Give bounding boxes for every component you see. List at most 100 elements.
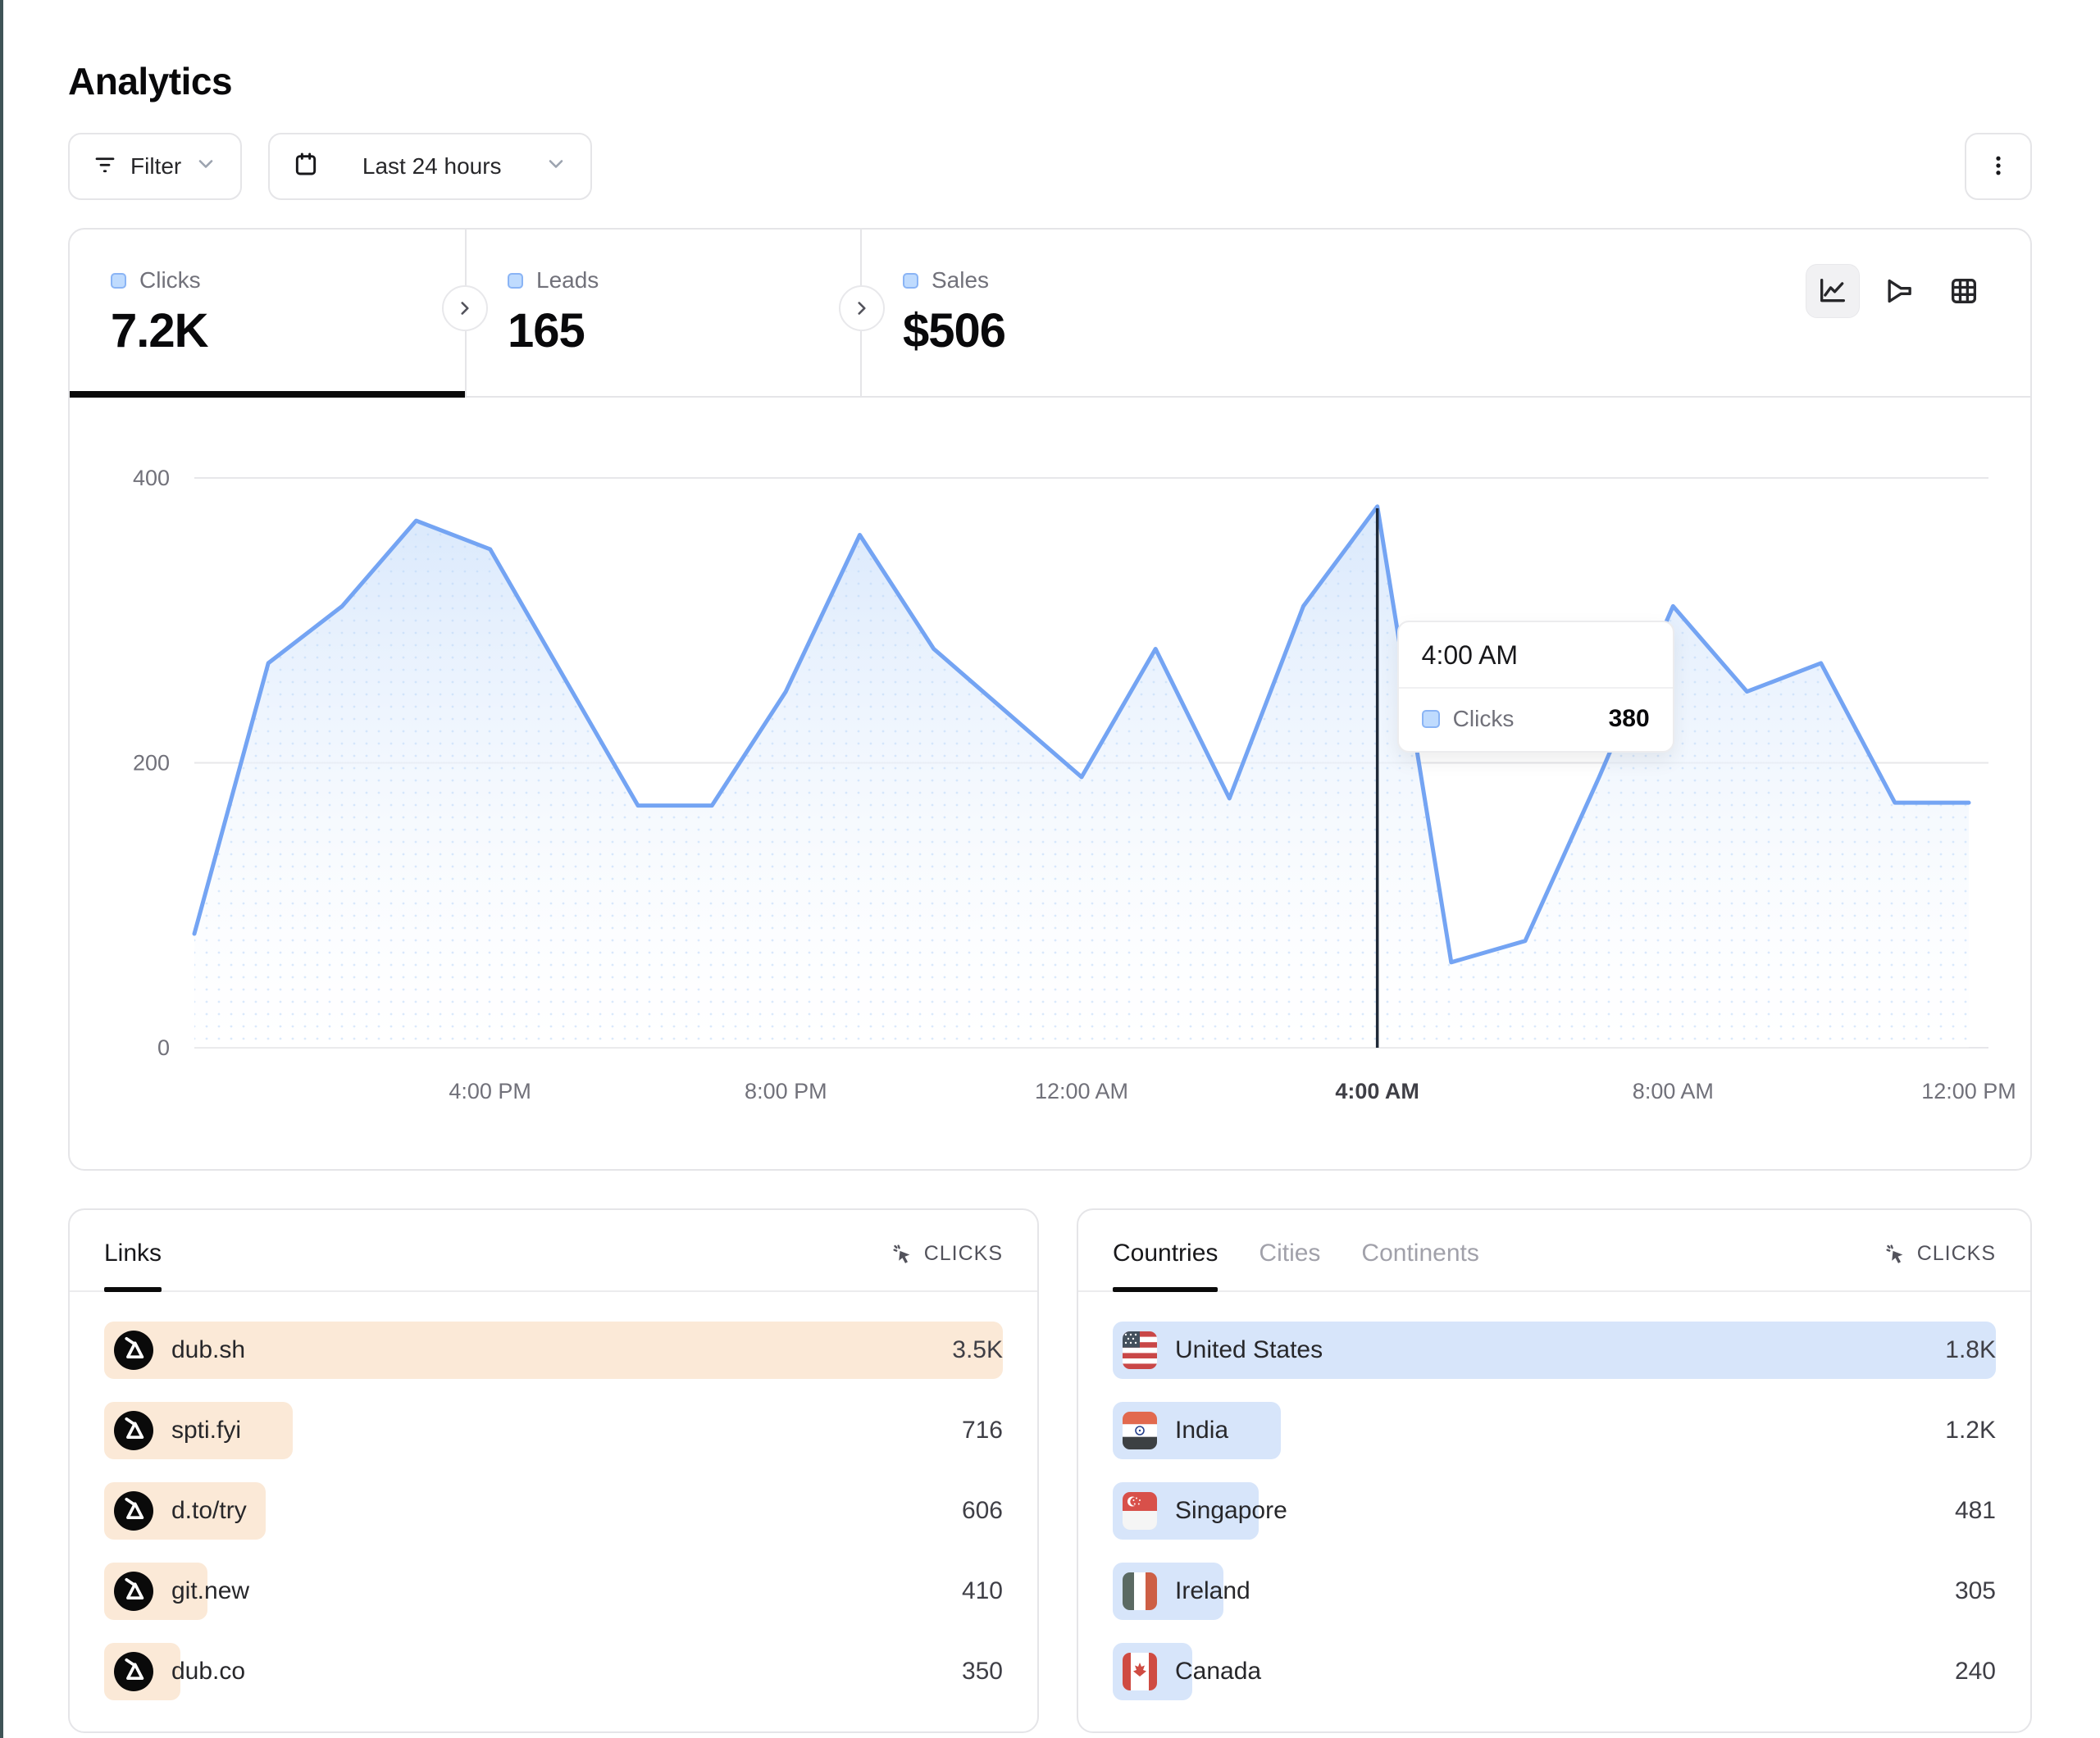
clicks-series-marker (1422, 710, 1440, 728)
link-row[interactable]: dub.co 350 (104, 1643, 1003, 1700)
row-value: 1.2K (1945, 1417, 1996, 1445)
dub-logo-icon (114, 1652, 153, 1691)
row-label: United States (1175, 1336, 1323, 1364)
stat-label: Leads (536, 267, 599, 293)
link-row[interactable]: d.to/try 606 (104, 1482, 1003, 1540)
y-axis-tick-label: 0 (157, 1035, 170, 1060)
x-axis-tick-label: 8:00 AM (1633, 1079, 1714, 1103)
row-value: 606 (962, 1497, 1003, 1525)
dub-logo-icon (114, 1572, 153, 1611)
row-label: dub.co (171, 1658, 245, 1686)
expand-clicks-chevron-button[interactable] (442, 285, 488, 331)
chevron-right-icon (851, 298, 872, 319)
table-view-button[interactable] (1937, 264, 1991, 318)
row-value: 1.8K (1945, 1336, 1996, 1364)
sales-series-marker (903, 273, 918, 289)
country-row[interactable]: Singapore 481 (1113, 1482, 1996, 1540)
analytics-screen: Analytics Filter (0, 0, 2100, 1738)
row-value: 716 (962, 1417, 1003, 1445)
row-value: 305 (1955, 1577, 1996, 1605)
stat-value: 7.2K (111, 303, 465, 358)
row-value: 3.5K (952, 1336, 1003, 1364)
grid-table-icon (1947, 275, 1980, 307)
row-label: India (1175, 1417, 1228, 1445)
x-axis-tick-label: 8:00 PM (745, 1079, 827, 1103)
stat-value: $506 (903, 303, 1255, 358)
country-row[interactable]: India 1.2K (1113, 1402, 1996, 1459)
row-value: 410 (962, 1577, 1003, 1605)
row-label: d.to/try (171, 1497, 247, 1525)
toolbar: Filter Last 24 hours (68, 133, 2032, 200)
stat-label: Sales (932, 267, 989, 293)
country-row[interactable]: United States 1.8K (1113, 1322, 1996, 1379)
page-title: Analytics (68, 59, 2032, 103)
stat-label: Clicks (139, 267, 201, 293)
countries-metric-header[interactable]: CLICKS (1883, 1210, 1996, 1266)
tab-cities[interactable]: Cities (1259, 1210, 1320, 1290)
chevron-down-icon (194, 152, 217, 181)
country-row[interactable]: Ireland 305 (1113, 1563, 1996, 1620)
date-range-label: Last 24 hours (332, 153, 531, 180)
tooltip-time: 4:00 AM (1399, 622, 1673, 687)
tooltip-metric: Clicks (1453, 706, 1596, 732)
active-stat-underline (70, 391, 465, 398)
links-panel: Links CLICKS dub.sh3.5K spti.fyi 716 d.to/t… (68, 1208, 1039, 1733)
flag-canada-icon (1123, 1653, 1157, 1690)
kebab-menu-icon (1986, 153, 2011, 180)
row-value: 350 (962, 1658, 1003, 1686)
row-label: Singapore (1175, 1497, 1287, 1525)
row-label: Canada (1175, 1658, 1261, 1686)
stat-card-sales[interactable]: Sales $506 (860, 230, 1255, 396)
calendar-icon (293, 151, 319, 183)
links-metric-header[interactable]: CLICKS (890, 1210, 1003, 1266)
left-edge-divider (0, 0, 3, 1738)
filter-button[interactable]: Filter (68, 133, 242, 200)
cursor-click-icon (890, 1241, 914, 1266)
dub-logo-icon (114, 1331, 153, 1370)
tab-links[interactable]: Links (104, 1210, 162, 1290)
filter-icon (93, 152, 117, 182)
date-range-button[interactable]: Last 24 hours (268, 133, 592, 200)
stats-row: Clicks 7.2K Leads 165 Sale (70, 230, 2030, 398)
stat-card-clicks[interactable]: Clicks 7.2K (70, 230, 465, 396)
countries-panel: Countries Cities Continents CLICKS United … (1077, 1208, 2032, 1733)
stat-card-leads[interactable]: Leads 165 (465, 230, 860, 396)
line-chart-icon (1816, 275, 1849, 307)
cursor-click-icon (1883, 1241, 1907, 1266)
row-label: git.new (171, 1577, 249, 1605)
country-row[interactable]: Canada 240 (1113, 1643, 1996, 1700)
link-row[interactable]: spti.fyi 716 (104, 1402, 1003, 1459)
clicks-series-marker (111, 273, 126, 289)
leads-series-marker (508, 273, 523, 289)
row-label: spti.fyi (171, 1417, 241, 1445)
row-value: 240 (1955, 1658, 1996, 1686)
chart-tooltip: 4:00 AM Clicks 380 (1397, 621, 1674, 753)
clicks-area-chart[interactable]: 02004004:00 PM8:00 PM12:00 AM4:00 AM8:00… (70, 398, 2030, 1168)
y-axis-tick-label: 400 (133, 466, 170, 490)
x-axis-tick-label: 12:00 PM (1921, 1079, 2016, 1103)
flag-ireland-icon (1123, 1572, 1157, 1610)
x-axis-tick-label: 4:00 AM (1335, 1079, 1419, 1103)
chart-type-toggle-group (1806, 264, 1991, 318)
row-value: 481 (1955, 1497, 1996, 1525)
dub-logo-icon (114, 1491, 153, 1531)
funnel-view-button[interactable] (1871, 264, 1925, 318)
flag-us-icon (1123, 1331, 1157, 1369)
tab-countries[interactable]: Countries (1113, 1210, 1218, 1290)
y-axis-tick-label: 200 (133, 751, 170, 776)
link-row[interactable]: git.new 410 (104, 1563, 1003, 1620)
analytics-panel: Clicks 7.2K Leads 165 Sale (68, 228, 2032, 1171)
tooltip-value: 380 (1609, 705, 1650, 733)
chevron-down-icon (544, 152, 567, 181)
flag-india-icon (1123, 1412, 1157, 1449)
stat-value: 165 (508, 303, 860, 358)
tab-continents[interactable]: Continents (1361, 1210, 1478, 1290)
x-axis-tick-label: 12:00 AM (1035, 1079, 1128, 1103)
link-row[interactable]: dub.sh3.5K (104, 1322, 1003, 1379)
line-chart-view-button[interactable] (1806, 264, 1860, 318)
expand-leads-chevron-button[interactable] (839, 285, 885, 331)
more-options-button[interactable] (1965, 133, 2032, 200)
flag-singapore-icon (1123, 1492, 1157, 1530)
row-label: Ireland (1175, 1577, 1250, 1605)
filter-button-label: Filter (130, 153, 181, 180)
